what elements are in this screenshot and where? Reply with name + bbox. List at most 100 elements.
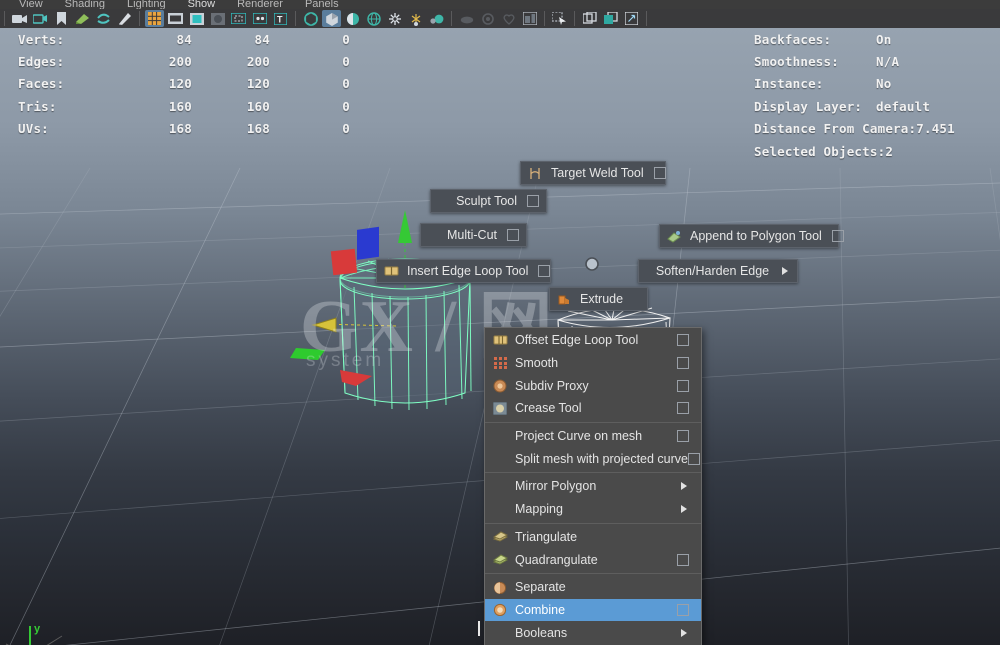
menu-item-options-checkbox[interactable] [688, 452, 700, 465]
menu-item-label: Project Curve on mesh [515, 429, 643, 444]
panel-layout-icon[interactable] [580, 10, 599, 27]
menu-item-options-checkbox[interactable] [677, 402, 689, 415]
menu-item-options-checkbox[interactable] [677, 553, 689, 566]
tool-chip-insert-edge-loop-tool[interactable]: Insert Edge Loop Tool [376, 259, 551, 283]
hud-label: Instance: [754, 76, 824, 92]
xray-joints-icon[interactable] [406, 10, 425, 27]
film-origin-icon[interactable] [229, 10, 248, 27]
film-gate-icon[interactable] [166, 10, 185, 27]
menu-item-combine[interactable]: Combine [485, 598, 701, 622]
tool-chip-label: Multi-Cut [446, 228, 497, 242]
text-overlay-icon[interactable]: T [271, 10, 290, 27]
hud-value-visible: 84 [254, 31, 270, 47]
menu-shading[interactable]: Shading [54, 0, 116, 9]
toolbar-separator [451, 11, 452, 26]
menu-item-label: Combine [515, 602, 566, 617]
viewport-renderer-icon[interactable] [520, 10, 539, 27]
submenu-arrow-icon[interactable] [681, 628, 687, 637]
menu-item-crease-tool[interactable]: Crease Tool [485, 397, 701, 420]
submenu-arrow-icon[interactable] [681, 505, 687, 514]
tool-chip-extrude[interactable]: Extrude [549, 287, 648, 311]
panel-copy-icon[interactable] [601, 10, 620, 27]
safe-action-icon[interactable] [250, 10, 269, 27]
tool-chip-soften-harden-edge[interactable]: Soften/Harden Edge [638, 259, 798, 283]
panel-menubar[interactable]: View Shading Lighting Show Renderer Pane… [0, 0, 1000, 9]
wireframe-shading-icon[interactable] [301, 10, 320, 27]
grease-pencil-icon[interactable] [115, 10, 134, 27]
extrude-icon [554, 290, 574, 308]
camera-icon[interactable] [10, 10, 29, 27]
menu-lighting[interactable]: Lighting [116, 0, 177, 9]
menu-separator [485, 522, 701, 524]
tool-chip-append-to-polygon-tool[interactable]: Append to Polygon Tool [659, 224, 844, 248]
menu-item-quadrangulate[interactable]: Quadrangulate [485, 548, 701, 571]
hud-value: 7.451 [916, 121, 955, 137]
menu-item-smooth[interactable]: Smooth [485, 352, 701, 375]
tool-options-checkbox[interactable] [527, 195, 539, 207]
menu-item-options-checkbox[interactable] [677, 334, 689, 347]
menu-item-subdiv-proxy[interactable]: Subdiv Proxy [485, 374, 701, 397]
menu-item-options-checkbox[interactable] [677, 603, 689, 616]
tool-chip-label: Extrude [580, 292, 624, 306]
menu-item-offset-edge-loop-tool[interactable]: Offset Edge Loop Tool [485, 329, 701, 352]
menu-item-triangulate[interactable]: Triangulate [485, 526, 701, 549]
submenu-arrow-icon[interactable] [681, 482, 687, 491]
hud-row: Smoothness: N/A [754, 50, 955, 72]
tool-chip-label: Soften/Harden Edge [655, 264, 770, 278]
hud-label: Edges: [18, 54, 65, 70]
menu-item-label: Smooth [515, 356, 559, 371]
tool-chip-target-weld-tool[interactable]: Target Weld Tool [520, 161, 666, 185]
triangulate-icon [489, 528, 511, 546]
menu-view[interactable]: View [8, 0, 54, 9]
tool-options-checkbox[interactable] [831, 230, 844, 242]
hud-value-visible: 120 [246, 76, 270, 92]
light-toggle-icon[interactable] [427, 10, 446, 27]
tool-chip-sculpt-tool[interactable]: Sculpt Tool [430, 189, 547, 213]
resolution-gate-icon[interactable] [187, 10, 206, 27]
menu-item-booleans[interactable]: Booleans [485, 621, 701, 644]
menu-item-mapping[interactable]: Mapping [485, 498, 701, 521]
hud-value-visible: 200 [246, 54, 270, 70]
shadows-icon[interactable] [457, 10, 476, 27]
ambient-occlusion-icon[interactable] [499, 10, 518, 27]
tool-options-checkbox[interactable] [538, 265, 551, 277]
isolate-select-icon[interactable] [550, 10, 569, 27]
menu-item-options-checkbox[interactable] [677, 430, 689, 443]
tool-options-checkbox[interactable] [653, 167, 666, 179]
menu-show[interactable]: Show [177, 0, 227, 9]
shade-all-lights-icon[interactable] [343, 10, 362, 27]
hud-row: Instance: No [754, 73, 955, 95]
submenu-arrow-icon[interactable] [782, 267, 788, 275]
hud-value-selected: 0 [342, 76, 350, 92]
camera-select-icon[interactable] [31, 10, 50, 27]
grid-icon[interactable] [145, 10, 164, 27]
tool-options-checkbox[interactable] [507, 229, 519, 241]
motion-blur-icon[interactable] [478, 10, 497, 27]
no-icon [489, 624, 511, 642]
image-plane-icon[interactable] [73, 10, 92, 27]
polygon-context-menu[interactable]: Offset Edge Loop Tool Smooth Subdiv Prox… [484, 327, 702, 645]
menu-item-options-checkbox[interactable] [677, 379, 689, 392]
menu-panels[interactable]: Panels [294, 0, 350, 9]
viewport-toolbar[interactable]: T [0, 9, 1000, 28]
menu-item-project-curve-on-mesh[interactable]: Project Curve on mesh [485, 425, 701, 448]
gate-mask-icon[interactable] [208, 10, 227, 27]
tool-chip-multi-cut[interactable]: Multi-Cut [420, 223, 527, 247]
hud-value-visible: 160 [246, 98, 270, 114]
xray-icon[interactable] [385, 10, 404, 27]
smooth-shade-icon[interactable] [322, 10, 341, 27]
tear-off-panel-icon[interactable] [622, 10, 641, 27]
two-d-pan-zoom-icon[interactable] [94, 10, 113, 27]
menu-item-label: Separate [515, 580, 566, 595]
menu-item-split-mesh-with-projected-curve[interactable]: Split mesh with projected curve [485, 447, 701, 470]
menu-item-mirror-polygon[interactable]: Mirror Polygon [485, 475, 701, 498]
hud-label: Distance From Camera: [754, 121, 917, 137]
hud-value-total: 200 [168, 54, 192, 70]
shade-wireframe-icon[interactable] [364, 10, 383, 27]
hud-value-total: 160 [168, 98, 192, 114]
menu-item-separate[interactable]: Separate [485, 576, 701, 599]
bookmark-icon[interactable] [52, 10, 71, 27]
menu-renderer[interactable]: Renderer [226, 0, 294, 9]
menu-separator [485, 572, 701, 574]
menu-item-options-checkbox[interactable] [677, 357, 689, 370]
